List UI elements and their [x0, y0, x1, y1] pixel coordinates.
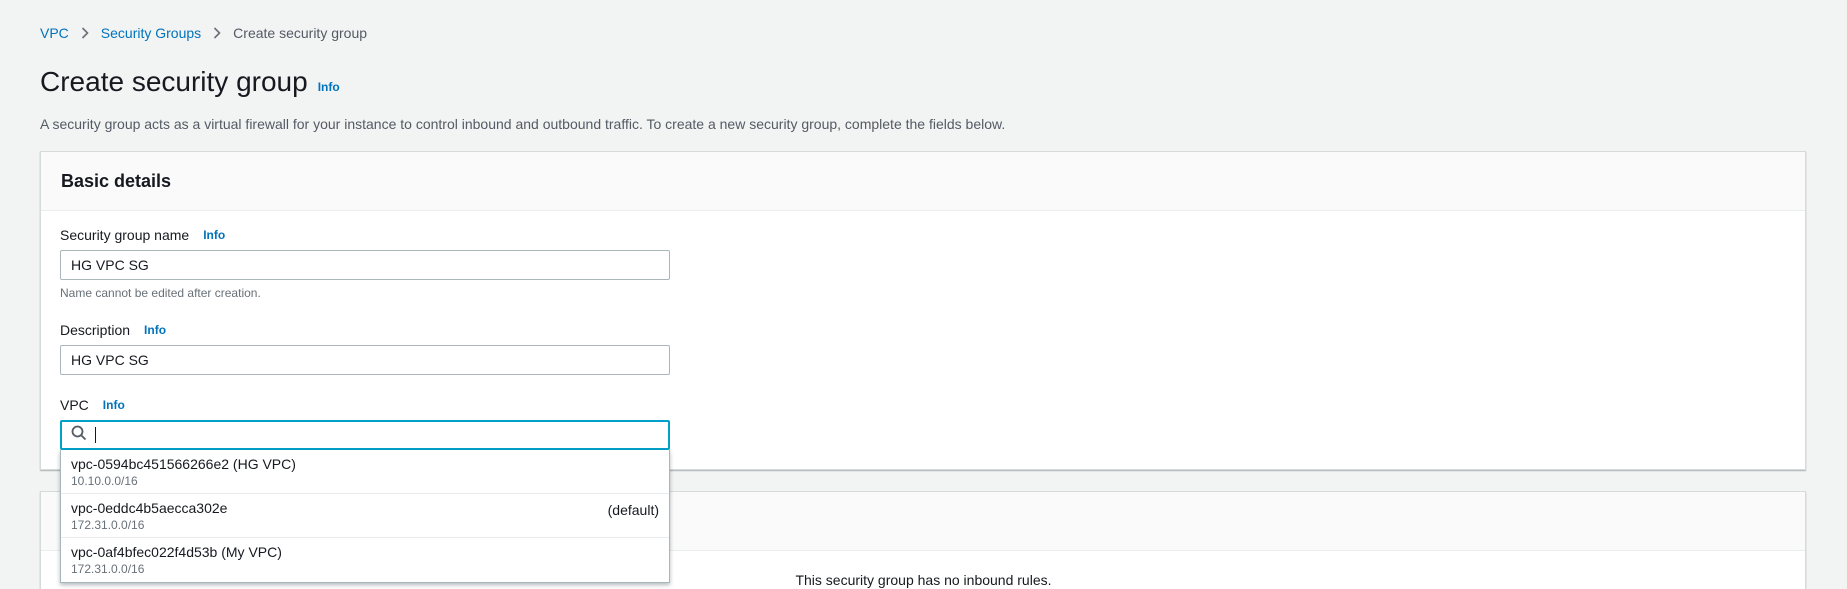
text-caret — [95, 427, 96, 443]
description-input[interactable]: HG VPC SG — [60, 345, 670, 375]
security-group-name-hint: Name cannot be edited after creation. — [60, 286, 261, 300]
vpc-option[interactable]: vpc-0594bc451566266e2 (HG VPC) 10.10.0.0… — [61, 450, 669, 494]
page-info-link[interactable]: Info — [318, 80, 340, 94]
description-label: Description — [60, 322, 131, 338]
vpc-dropdown-list: vpc-0594bc451566266e2 (HG VPC) 10.10.0.0… — [60, 450, 670, 583]
description-info-link[interactable]: Info — [144, 323, 166, 337]
security-group-name-label: Security group name — [60, 227, 190, 243]
basic-details-title: Basic details — [61, 170, 172, 191]
vpc-option-cidr: 172.31.0.0/16 — [71, 562, 145, 576]
security-group-name-label-row: Security group name Info — [60, 227, 225, 243]
vpc-option[interactable]: vpc-0af4bfec022f4d53b (My VPC) 172.31.0.… — [61, 538, 669, 582]
description-label-row: Description Info — [60, 322, 166, 338]
vpc-option-name: vpc-0594bc451566266e2 (HG VPC) — [71, 456, 296, 472]
basic-details-header: Basic details — [41, 152, 1805, 211]
security-group-name-input[interactable]: HG VPC SG — [60, 250, 670, 280]
vpc-option-cidr: 172.31.0.0/16 — [71, 518, 145, 532]
page-title: Create security group — [40, 66, 308, 97]
vpc-option-name: vpc-0eddc4b5aecca302e — [71, 500, 228, 516]
vpc-label-row: VPC Info — [60, 397, 125, 413]
breadcrumb-security-groups-link[interactable]: Security Groups — [101, 25, 201, 41]
vpc-label: VPC — [60, 397, 89, 413]
search-icon — [71, 425, 87, 446]
vpc-option-cidr: 10.10.0.0/16 — [71, 474, 138, 488]
vpc-info-link[interactable]: Info — [103, 398, 125, 412]
page-header: Create security group Info — [40, 66, 340, 98]
chevron-right-icon — [213, 27, 221, 39]
page-description: A security group acts as a virtual firew… — [40, 116, 1006, 132]
security-group-name-info-link[interactable]: Info — [203, 228, 225, 242]
breadcrumb-vpc-link[interactable]: VPC — [40, 25, 69, 41]
breadcrumb-current: Create security group — [233, 25, 368, 41]
vpc-search-input[interactable] — [60, 420, 670, 450]
vpc-option-name: vpc-0af4bfec022f4d53b (My VPC) — [71, 544, 282, 560]
breadcrumb: VPC Security Groups Create security grou… — [40, 25, 367, 41]
vpc-option[interactable]: vpc-0eddc4b5aecca302e 172.31.0.0/16 (def… — [61, 494, 669, 538]
chevron-right-icon — [81, 27, 89, 39]
vpc-option-default-tag: (default) — [607, 502, 659, 518]
